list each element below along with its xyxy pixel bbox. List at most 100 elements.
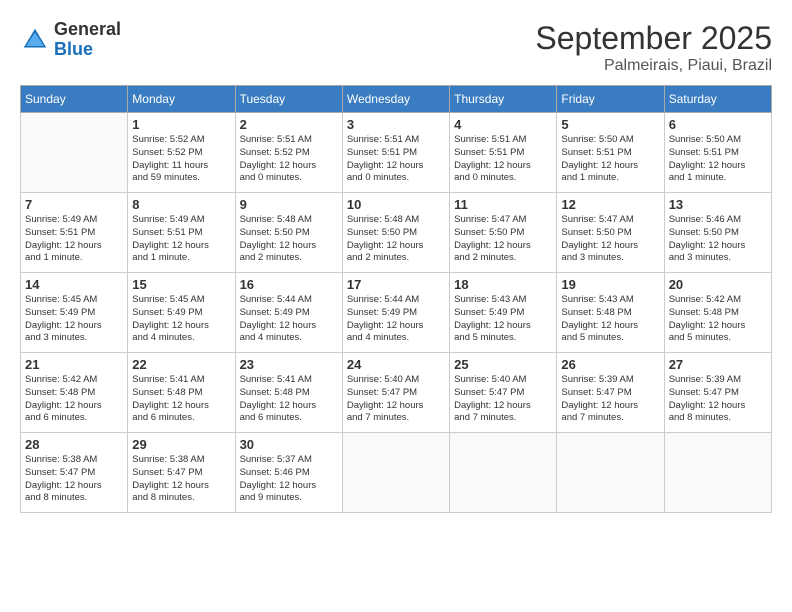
day-number: 2 [240, 117, 338, 132]
day-number: 19 [561, 277, 659, 292]
calendar-cell: 26 Sunrise: 5:39 AMSunset: 5:47 PMDayligh… [557, 353, 664, 433]
day-info: Sunrise: 5:44 AMSunset: 5:49 PMDaylight:… [240, 294, 338, 345]
day-number: 30 [240, 437, 338, 452]
week-row-3: 14Sunrise: 5:45 AMSunset: 5:49 PMDayligh… [21, 273, 772, 353]
calendar-cell: 28Sunrise: 5:38 AMSunset: 5:47 PMDayligh… [21, 433, 128, 513]
day-number: 23 [240, 357, 338, 372]
calendar-cell: 25 Sunrise: 5:40 AMSunset: 5:47 PMDayligh… [450, 353, 557, 433]
day-number: 1 [132, 117, 230, 132]
day-info: Sunrise: 5:51 AMSunset: 5:52 PMDaylight:… [240, 134, 338, 185]
day-number: 6 [669, 117, 767, 132]
day-info: Sunrise: 5:39 AMSunset: 5:47 PMDaylight:… [669, 374, 767, 425]
page-header: General Blue September 2025 Palmeirais, … [20, 20, 772, 75]
calendar-cell [557, 433, 664, 513]
day-info: Sunrise: 5:45 AMSunset: 5:49 PMDaylight:… [25, 294, 123, 345]
day-info: Sunrise: 5:51 AMSunset: 5:51 PMDaylight:… [454, 134, 552, 185]
day-info: Sunrise: 5:48 AMSunset: 5:50 PMDaylight:… [240, 214, 338, 265]
day-number: 8 [132, 197, 230, 212]
day-number: 7 [25, 197, 123, 212]
logo-text: General Blue [54, 20, 121, 60]
day-number: 20 [669, 277, 767, 292]
calendar-cell: 14Sunrise: 5:45 AMSunset: 5:49 PMDayligh… [21, 273, 128, 353]
day-number: 16 [240, 277, 338, 292]
weekday-header-row: SundayMondayTuesdayWednesdayThursdayFrid… [21, 86, 772, 113]
week-row-1: 1 Sunrise: 5:52 AMSunset: 5:52 PMDaylight… [21, 113, 772, 193]
week-row-2: 7 Sunrise: 5:49 AMSunset: 5:51 PMDaylight… [21, 193, 772, 273]
day-info: Sunrise: 5:51 AMSunset: 5:51 PMDaylight:… [347, 134, 445, 185]
day-number: 3 [347, 117, 445, 132]
day-number: 28 [25, 437, 123, 452]
day-info: Sunrise: 5:52 AMSunset: 5:52 PMDaylight:… [132, 134, 230, 185]
calendar-cell: 1 Sunrise: 5:52 AMSunset: 5:52 PMDaylight… [128, 113, 235, 193]
day-info: Sunrise: 5:38 AMSunset: 5:47 PMDaylight:… [132, 454, 230, 505]
day-number: 24 [347, 357, 445, 372]
day-number: 10 [347, 197, 445, 212]
day-number: 9 [240, 197, 338, 212]
day-info: Sunrise: 5:40 AMSunset: 5:47 PMDaylight:… [347, 374, 445, 425]
weekday-header-wednesday: Wednesday [342, 86, 449, 113]
title-block: September 2025 Palmeirais, Piaui, Brazil [535, 20, 772, 75]
day-number: 25 [454, 357, 552, 372]
calendar-cell: 18 Sunrise: 5:43 AMSunset: 5:49 PMDayligh… [450, 273, 557, 353]
day-info: Sunrise: 5:49 AMSunset: 5:51 PMDaylight:… [132, 214, 230, 265]
calendar-cell: 20 Sunrise: 5:42 AMSunset: 5:48 PMDayligh… [664, 273, 771, 353]
calendar-cell: 7Sunrise: 5:49 AMSunset: 5:51 PMDaylight… [21, 193, 128, 273]
day-info: Sunrise: 5:39 AMSunset: 5:47 PMDaylight:… [561, 374, 659, 425]
calendar-cell: 16 Sunrise: 5:44 AMSunset: 5:49 PMDayligh… [235, 273, 342, 353]
calendar-cell: 13 Sunrise: 5:46 AMSunset: 5:50 PMDayligh… [664, 193, 771, 273]
weekday-header-friday: Friday [557, 86, 664, 113]
calendar-cell [664, 433, 771, 513]
calendar-cell: 5Sunrise: 5:50 AMSunset: 5:51 PMDaylight… [557, 113, 664, 193]
weekday-header-sunday: Sunday [21, 86, 128, 113]
day-info: Sunrise: 5:42 AMSunset: 5:48 PMDaylight:… [25, 374, 123, 425]
day-number: 26 [561, 357, 659, 372]
calendar-cell: 11 Sunrise: 5:47 AMSunset: 5:50 PMDayligh… [450, 193, 557, 273]
logo-blue: Blue [54, 39, 93, 59]
week-row-4: 21 Sunrise: 5:42 AMSunset: 5:48 PMDayligh… [21, 353, 772, 433]
calendar-cell: 22Sunrise: 5:41 AMSunset: 5:48 PMDayligh… [128, 353, 235, 433]
day-info: Sunrise: 5:45 AMSunset: 5:49 PMDaylight:… [132, 294, 230, 345]
day-info: Sunrise: 5:44 AMSunset: 5:49 PMDaylight:… [347, 294, 445, 345]
calendar-table: SundayMondayTuesdayWednesdayThursdayFrid… [20, 85, 772, 513]
weekday-header-tuesday: Tuesday [235, 86, 342, 113]
day-info: Sunrise: 5:40 AMSunset: 5:47 PMDaylight:… [454, 374, 552, 425]
calendar-cell: 2 Sunrise: 5:51 AMSunset: 5:52 PMDaylight… [235, 113, 342, 193]
calendar-cell: 29Sunrise: 5:38 AMSunset: 5:47 PMDayligh… [128, 433, 235, 513]
calendar-cell: 19 Sunrise: 5:43 AMSunset: 5:48 PMDayligh… [557, 273, 664, 353]
calendar-cell [342, 433, 449, 513]
calendar-cell: 4 Sunrise: 5:51 AMSunset: 5:51 PMDaylight… [450, 113, 557, 193]
month-title: September 2025 [535, 20, 772, 57]
calendar-cell: 17Sunrise: 5:44 AMSunset: 5:49 PMDayligh… [342, 273, 449, 353]
day-number: 21 [25, 357, 123, 372]
calendar-cell: 21 Sunrise: 5:42 AMSunset: 5:48 PMDayligh… [21, 353, 128, 433]
day-number: 22 [132, 357, 230, 372]
day-info: Sunrise: 5:42 AMSunset: 5:48 PMDaylight:… [669, 294, 767, 345]
day-info: Sunrise: 5:37 AMSunset: 5:46 PMDaylight:… [240, 454, 338, 505]
day-number: 4 [454, 117, 552, 132]
weekday-header-monday: Monday [128, 86, 235, 113]
day-info: Sunrise: 5:43 AMSunset: 5:48 PMDaylight:… [561, 294, 659, 345]
calendar-cell [21, 113, 128, 193]
logo: General Blue [20, 20, 121, 60]
day-info: Sunrise: 5:46 AMSunset: 5:50 PMDaylight:… [669, 214, 767, 265]
calendar-cell: 9 Sunrise: 5:48 AMSunset: 5:50 PMDaylight… [235, 193, 342, 273]
calendar-cell: 15Sunrise: 5:45 AMSunset: 5:49 PMDayligh… [128, 273, 235, 353]
calendar-cell: 6Sunrise: 5:50 AMSunset: 5:51 PMDaylight… [664, 113, 771, 193]
calendar-cell [450, 433, 557, 513]
calendar-cell: 30 Sunrise: 5:37 AMSunset: 5:46 PMDayligh… [235, 433, 342, 513]
day-number: 11 [454, 197, 552, 212]
calendar-cell: 24 Sunrise: 5:40 AMSunset: 5:47 PMDayligh… [342, 353, 449, 433]
logo-general: General [54, 19, 121, 39]
day-info: Sunrise: 5:41 AMSunset: 5:48 PMDaylight:… [240, 374, 338, 425]
calendar-cell: 23 Sunrise: 5:41 AMSunset: 5:48 PMDayligh… [235, 353, 342, 433]
day-number: 18 [454, 277, 552, 292]
location-title: Palmeirais, Piaui, Brazil [535, 57, 772, 75]
day-info: Sunrise: 5:43 AMSunset: 5:49 PMDaylight:… [454, 294, 552, 345]
weekday-header-thursday: Thursday [450, 86, 557, 113]
day-info: Sunrise: 5:47 AMSunset: 5:50 PMDaylight:… [561, 214, 659, 265]
calendar-cell: 27 Sunrise: 5:39 AMSunset: 5:47 PMDayligh… [664, 353, 771, 433]
day-number: 13 [669, 197, 767, 212]
day-info: Sunrise: 5:47 AMSunset: 5:50 PMDaylight:… [454, 214, 552, 265]
calendar-cell: 12Sunrise: 5:47 AMSunset: 5:50 PMDayligh… [557, 193, 664, 273]
day-number: 27 [669, 357, 767, 372]
